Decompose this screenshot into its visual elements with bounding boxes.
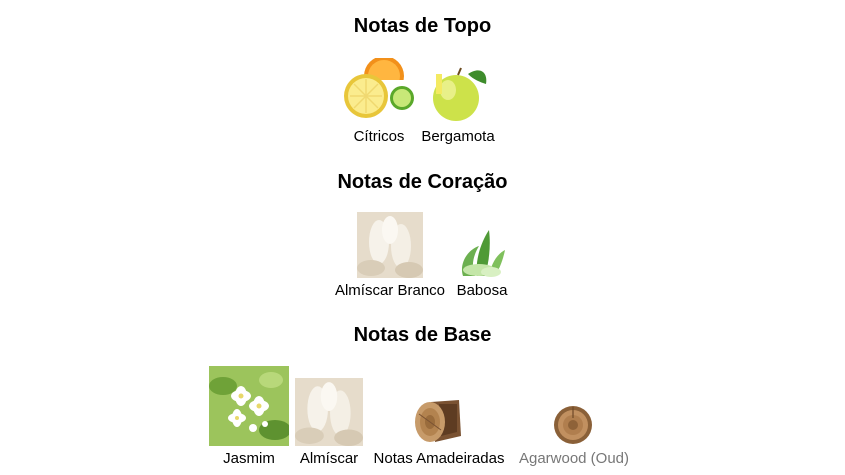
section-title-heart-notes: Notas de Coração — [337, 171, 508, 193]
note-almiscar-branco[interactable]: Almíscar Branco — [328, 212, 452, 302]
note-label-almiscar[interactable]: Almíscar — [295, 450, 363, 468]
wood-log-icon — [413, 396, 463, 446]
note-label-notas-amadeiradas[interactable]: Notas Amadeiradas — [367, 450, 511, 468]
note-label-babosa[interactable]: Babosa — [452, 282, 512, 300]
citrus-fruit-icon — [344, 58, 414, 122]
note-label-citricos[interactable]: Cítricos — [344, 128, 414, 146]
note-agarwood-oud[interactable]: Agarwood (Oud) — [513, 366, 635, 468]
note-almiscar[interactable]: Almíscar — [295, 366, 363, 468]
note-bergamota[interactable]: Bergamota — [418, 58, 498, 148]
note-label-almiscar-branco[interactable]: Almíscar Branco — [328, 282, 452, 300]
agarwood-slice-icon — [552, 404, 594, 446]
note-babosa[interactable]: Babosa — [452, 212, 512, 302]
note-citricos[interactable]: Cítricos — [344, 58, 414, 148]
note-label-jasmim[interactable]: Jasmim — [208, 450, 290, 468]
note-label-agarwood-oud[interactable]: Agarwood (Oud) — [513, 450, 635, 468]
aloe-vera-icon — [455, 226, 509, 278]
jasmine-flower-icon — [209, 366, 289, 446]
perfume-notes-page: { "sections": [ { "title": "Notas de Top… — [0, 0, 845, 475]
note-jasmim[interactable]: Jasmim — [208, 366, 290, 468]
white-musk-icon — [357, 212, 423, 278]
note-label-bergamota[interactable]: Bergamota — [418, 128, 498, 146]
musk-icon — [295, 378, 363, 446]
section-title-top-notes: Notas de Topo — [353, 15, 492, 37]
note-notas-amadeiradas[interactable]: Notas Amadeiradas — [367, 366, 511, 468]
bergamot-fruit-icon — [428, 64, 488, 122]
section-title-base-notes: Notas de Base — [353, 324, 492, 346]
